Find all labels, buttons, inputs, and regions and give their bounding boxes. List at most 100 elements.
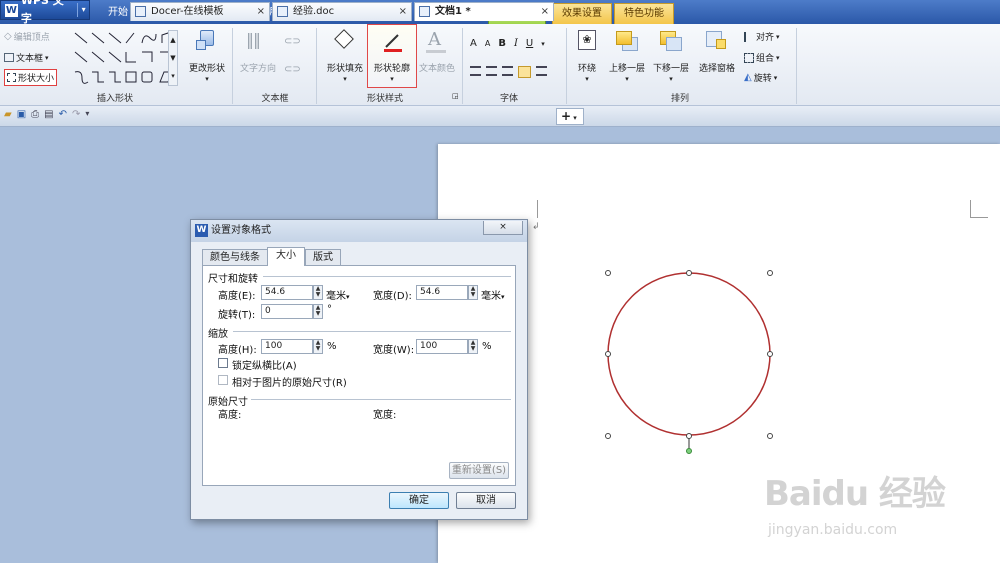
- shape-gallery[interactable]: [72, 30, 180, 86]
- send-backward-button[interactable]: 下移一层 ▾: [648, 61, 694, 84]
- redo-icon[interactable]: ↷: [72, 109, 80, 120]
- scale-width-stepper[interactable]: ▲ ▼: [468, 339, 478, 354]
- new-tab-button[interactable]: + ▾: [556, 108, 584, 125]
- doc-tab-document1[interactable]: 文档1 * ×: [414, 2, 554, 21]
- height-input[interactable]: 54.6: [261, 285, 313, 300]
- ok-button[interactable]: 确定: [389, 492, 449, 509]
- tab-color-lines[interactable]: 颜色与线条: [202, 249, 268, 266]
- underline-dropdown[interactable]: ▾: [541, 40, 545, 48]
- align-left-icon[interactable]: [470, 66, 481, 76]
- tab-size[interactable]: 大小: [267, 247, 305, 266]
- reset-button[interactable]: 重新设置(S): [449, 462, 509, 479]
- lock-ratio-checkbox[interactable]: [218, 358, 228, 368]
- height-label: 高度(E):: [218, 291, 256, 302]
- resize-handle[interactable]: [605, 433, 611, 439]
- shrink-font-button[interactable]: A: [485, 39, 490, 48]
- group-label-font: 字体: [499, 94, 518, 104]
- dialog-launcher-icon[interactable]: ◲: [452, 92, 459, 100]
- doc-tab-docer[interactable]: Docer-在线模板 ×: [130, 2, 270, 21]
- resize-handle[interactable]: [686, 270, 692, 276]
- change-shape-button[interactable]: 更改形状 ▾: [184, 61, 230, 84]
- doc-tab-jingyan[interactable]: 经验.doc ×: [272, 2, 412, 21]
- font-buttons-row: A A B I U ▾: [470, 38, 545, 49]
- dialog-close-button[interactable]: ×: [483, 221, 523, 235]
- group-button[interactable]: 组合 ▾: [744, 51, 780, 64]
- resize-handle[interactable]: [686, 433, 692, 439]
- bold-button[interactable]: B: [498, 38, 506, 49]
- close-icon[interactable]: ×: [399, 3, 407, 20]
- undo-icon[interactable]: ↶: [59, 109, 67, 120]
- original-height-label: 高度:: [218, 410, 242, 421]
- align-icon: [744, 31, 754, 42]
- document-icon: [419, 6, 430, 17]
- wrap-button[interactable]: 环绕 ▾: [570, 61, 604, 84]
- section-divider: [263, 276, 511, 277]
- grow-font-button[interactable]: A: [470, 38, 477, 49]
- group-icon: [744, 52, 754, 63]
- distribute-icon[interactable]: [536, 66, 547, 76]
- circle-shape[interactable]: [607, 272, 771, 436]
- rotation-stepper[interactable]: ▲ ▼: [313, 304, 323, 319]
- app-menu-button[interactable]: W WPS 文字 ▾: [0, 0, 90, 25]
- width-unit-select[interactable]: 毫米▾: [481, 287, 505, 302]
- align-center-icon[interactable]: [486, 66, 497, 76]
- lock-ratio-label: 锁定纵横比(A): [232, 361, 297, 372]
- close-icon[interactable]: ×: [257, 3, 265, 20]
- selection-pane-button[interactable]: 选择窗格: [694, 61, 740, 74]
- tab-10[interactable]: 特色功能: [614, 3, 674, 24]
- save-icon[interactable]: ▣: [17, 109, 26, 120]
- shape-outline-button[interactable]: 形状轮廓 ▾: [367, 24, 417, 88]
- close-icon[interactable]: ×: [541, 3, 549, 20]
- bring-forward-button[interactable]: 上移一层 ▾: [604, 61, 650, 84]
- align-right-icon[interactable]: [502, 66, 513, 76]
- document-icon: [277, 6, 288, 17]
- unlink-icon[interactable]: ⊂⊃: [284, 64, 301, 75]
- paragraph-mark: ↲: [532, 222, 540, 232]
- scale-width-input[interactable]: 100: [416, 339, 468, 354]
- italic-button[interactable]: I: [514, 38, 518, 49]
- edit-points-button[interactable]: ◇ 编辑顶点: [4, 30, 50, 43]
- customize-toolbar-icon[interactable]: ▾: [85, 109, 89, 120]
- width-stepper[interactable]: ▲ ▼: [468, 285, 478, 300]
- scale-height-stepper[interactable]: ▲ ▼: [313, 339, 323, 354]
- tab-layout[interactable]: 版式: [305, 249, 341, 266]
- tab-9[interactable]: 效果设置: [552, 3, 612, 24]
- rotation-input[interactable]: 0: [261, 304, 313, 319]
- justify-icon[interactable]: [518, 66, 531, 78]
- print-preview-icon[interactable]: ▤: [44, 109, 53, 120]
- resize-handle[interactable]: [767, 270, 773, 276]
- group-label-shape-style: 形状样式: [366, 94, 403, 104]
- scale-height-input[interactable]: 100: [261, 339, 313, 354]
- resize-handle[interactable]: [605, 270, 611, 276]
- text-direction-button[interactable]: 文字方向: [236, 61, 280, 74]
- resize-handle[interactable]: [767, 351, 773, 357]
- height-unit-select[interactable]: 毫米▾: [326, 287, 350, 302]
- circle-shape-canvas[interactable]: [598, 264, 778, 464]
- cancel-button[interactable]: 取消: [456, 492, 516, 509]
- gallery-scroll[interactable]: ▲ ▼ ▾: [168, 30, 178, 86]
- format-object-dialog: 设置对象格式 W × 颜色与线条 大小 版式 尺寸和旋转 高度(E): 54.6…: [190, 219, 528, 520]
- height-stepper[interactable]: ▲ ▼: [313, 285, 323, 300]
- link-icon[interactable]: ⊂⊃: [284, 36, 301, 47]
- rotate-handle[interactable]: [686, 448, 692, 454]
- print-icon[interactable]: ⎙: [31, 109, 39, 120]
- relative-original-checkbox[interactable]: [218, 375, 228, 385]
- scale-height-label: 高度(H):: [218, 345, 257, 356]
- resize-handle[interactable]: [767, 433, 773, 439]
- open-icon[interactable]: ▰: [4, 109, 12, 120]
- text-color-icon: A: [428, 29, 441, 50]
- dialog-body: 尺寸和旋转 高度(E): 54.6 ▲ ▼ 毫米▾ 宽度(D): 54.6 ▲ ▼ …: [202, 265, 516, 486]
- underline-button[interactable]: U: [526, 38, 533, 49]
- shape-size-icon: [7, 73, 16, 82]
- dialog-title-bar[interactable]: 设置对象格式: [191, 220, 527, 242]
- width-input[interactable]: 54.6: [416, 285, 468, 300]
- chevron-down-icon: ▾: [77, 3, 89, 17]
- text-box-button[interactable]: 文本框 ▾: [4, 51, 49, 64]
- text-color-button[interactable]: 文本颜色: [416, 61, 458, 74]
- shape-fill-button[interactable]: 形状填充 ▾: [322, 61, 368, 84]
- resize-handle[interactable]: [605, 351, 611, 357]
- align-button[interactable]: 对齐 ▾: [744, 30, 780, 43]
- send-backward-icon: [658, 29, 686, 55]
- rotate-button[interactable]: ◭ 旋转 ▾: [744, 71, 777, 84]
- shape-size-button[interactable]: 形状大小: [4, 69, 58, 86]
